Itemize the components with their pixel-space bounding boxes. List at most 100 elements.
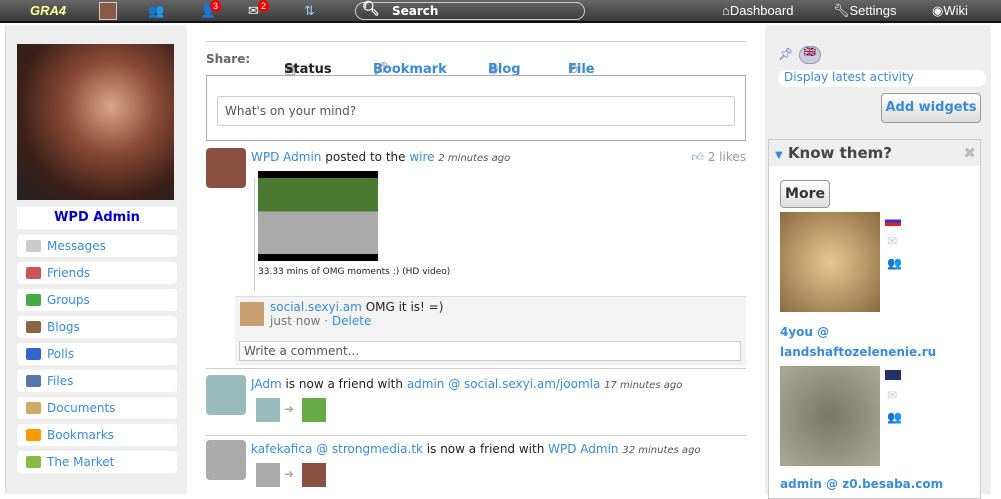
search-label: Search (392, 4, 439, 18)
sidebar-item-friends[interactable]: Friends (17, 262, 177, 284)
sidebar-item-blogs[interactable]: Blogs (17, 316, 177, 338)
friend-avatar[interactable] (302, 398, 326, 422)
message-icon[interactable]: ✉ (887, 234, 897, 248)
author-link[interactable]: kafekafica @ strongmedia.tk (251, 442, 423, 456)
feed-item: kafekafica @ strongmedia.tk is now a fri… (206, 440, 746, 495)
thumbs-up-icon: 👍︎ (691, 150, 704, 164)
sidebar-item-messages[interactable]: Messages (17, 235, 177, 257)
person-name[interactable]: admin @ z0.besaba.com (780, 477, 980, 491)
blogs-icon (26, 321, 41, 333)
label: Documents (47, 401, 116, 415)
timestamp: 17 minutes ago (604, 380, 683, 391)
friends-icon[interactable]: 👥 (148, 3, 164, 19)
timestamp: 2 minutes ago (438, 153, 511, 164)
display-latest-activity[interactable]: Display latest activity (778, 70, 986, 87)
timestamp: 32 minutes ago (622, 445, 701, 456)
more-button[interactable]: More (780, 180, 830, 208)
documents-icon (26, 402, 41, 414)
status-input[interactable]: What's on your mind? (217, 96, 735, 126)
wiki-label: Wiki (943, 3, 968, 18)
search-input[interactable]: 🔍︎ Search (355, 1, 585, 20)
label: Messages (47, 239, 106, 253)
delete-comment-link[interactable]: Delete (332, 314, 371, 328)
comment-time: just now (270, 314, 321, 328)
target-link[interactable]: WPD Admin (548, 442, 618, 456)
video-caption[interactable]: 33.33 mins of OMG moments :) (HD video) (258, 267, 450, 277)
eye-icon: ◉ (932, 3, 944, 18)
author-avatar[interactable] (206, 148, 246, 188)
close-icon[interactable]: ✖ (963, 144, 976, 162)
profile-avatar[interactable] (17, 44, 174, 200)
author-link[interactable]: WPD Admin (251, 150, 321, 164)
friend-avatar[interactable] (302, 463, 326, 487)
status-composer: What's on your mind? (206, 75, 746, 141)
top-bar: GRA4 👥 👤 3 ✉ 2 ⇅ 🔍︎ Search ⌂Dashboard 🔧︎Set… (0, 0, 1001, 23)
sidebar-item-polls[interactable]: Polls (17, 343, 177, 365)
messages-icon (26, 240, 41, 252)
messages-badge: 2 (258, 0, 270, 12)
target-link[interactable]: admin @ social.sexyi.am/joomla (407, 377, 601, 391)
know-them-widget: ▼ Know them? ✖ More ✉ 👥 4you @ landshafto… (768, 139, 981, 499)
profile-name[interactable]: WPD Admin (17, 207, 177, 229)
person-name[interactable]: 4you @ landshaftozelenenie.ru (780, 322, 980, 362)
label: The Market (47, 455, 115, 469)
collapse-icon[interactable]: ▼ (775, 150, 783, 161)
add-friend-icon[interactable]: 👥 (887, 410, 902, 424)
label: Bookmarks (47, 428, 115, 442)
sidebar-item-files[interactable]: Files (17, 370, 177, 392)
verb: is now a friend with (426, 442, 545, 456)
label: Blogs (47, 320, 80, 334)
friends-icon (26, 267, 41, 279)
label: Friends (47, 266, 91, 280)
verb: posted to the (325, 150, 406, 164)
feed-item: WPD Admin posted to the wire 2 minutes a… (206, 148, 746, 298)
market-icon (26, 456, 41, 468)
sidebar-item-documents[interactable]: Documents (17, 397, 177, 419)
left-sidebar: WPD Admin Messages Friends Groups Blogs … (5, 25, 187, 494)
share-bar: Share: ▣ Status 📌︎ Bookmark ● Blog ⊘ File (206, 41, 746, 77)
like-button[interactable]: 👍︎ 2 likes (691, 150, 746, 165)
likes-count: 2 likes (707, 150, 746, 164)
add-widgets-button[interactable]: Add widgets (881, 93, 981, 123)
video-thumbnail[interactable] (258, 171, 378, 261)
commenter-avatar[interactable] (240, 302, 264, 326)
groups-icon (26, 294, 41, 306)
wrench-icon: 🔧︎ (833, 3, 850, 18)
sort-icon[interactable]: ⇅ (304, 3, 315, 19)
sidebar-item-bookmarks[interactable]: Bookmarks (17, 424, 177, 446)
comment-text: OMG it is! =) (365, 300, 444, 314)
person-photo[interactable] (780, 366, 880, 466)
sidebar-item-groups[interactable]: Groups (17, 289, 177, 311)
author-link[interactable]: JAdm (251, 377, 282, 391)
dashboard-link[interactable]: ⌂Dashboard (722, 3, 793, 18)
arrow-icon: ➜ (284, 402, 295, 416)
settings-link[interactable]: 🔧︎Settings (833, 3, 897, 19)
label: Polls (47, 347, 75, 361)
friend-avatar[interactable] (256, 398, 280, 422)
author-avatar[interactable] (206, 440, 246, 480)
messages-icon[interactable]: ✉ 2 (248, 0, 270, 19)
right-sidebar: 📌︎ 🇬🇧 Display latest activity Add widget… (765, 25, 991, 499)
avatar-thumb[interactable] (99, 2, 117, 20)
uk-flag-icon (885, 370, 901, 380)
target-link[interactable]: wire (409, 150, 434, 164)
person-photo[interactable] (780, 212, 880, 312)
author-avatar[interactable] (206, 375, 246, 415)
logo[interactable]: GRA4 (30, 3, 66, 18)
message-icon[interactable]: ✉ (887, 388, 897, 402)
russia-flag-icon (885, 216, 901, 226)
verb: is now a friend with (285, 377, 403, 391)
settings-label: Settings (849, 3, 897, 18)
sidebar-item-market[interactable]: The Market (17, 451, 177, 473)
add-friend-icon[interactable]: 👥 (887, 256, 902, 270)
uk-flag-icon[interactable]: 🇬🇧 (799, 46, 821, 64)
dashboard-label: Dashboard (729, 3, 794, 18)
wiki-link[interactable]: ◉Wiki (932, 3, 968, 19)
friend-requests-icon[interactable]: 👤 3 (200, 0, 222, 19)
friend-avatar[interactable] (256, 463, 280, 487)
pin-icon[interactable]: 📌︎ (778, 47, 793, 61)
commenter-link[interactable]: social.sexyi.am (270, 300, 362, 314)
comment-input[interactable]: Write a comment... (239, 341, 741, 361)
share-label: Share: (206, 52, 251, 66)
friend-requests-badge: 3 (210, 0, 222, 12)
